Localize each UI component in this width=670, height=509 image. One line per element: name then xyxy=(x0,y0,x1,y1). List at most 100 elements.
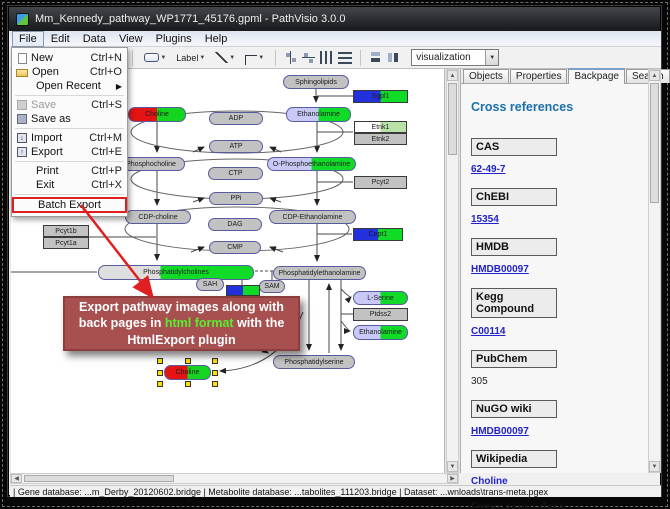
pathway-node-phosphatidylethanolamine[interactable]: Phosphatidylethanolamine xyxy=(273,266,366,280)
xref-link[interactable]: C00114 xyxy=(471,326,505,337)
pathway-node-ethanolamine[interactable]: Ethanolamine xyxy=(353,325,408,340)
menu-item-label: Save as xyxy=(31,113,122,125)
canvas-horizontal-scrollbar[interactable]: ◀ ▶ xyxy=(10,473,459,484)
selection-handle[interactable] xyxy=(212,358,218,364)
tab-backpage[interactable]: Backpage xyxy=(568,68,624,84)
selection-handle[interactable] xyxy=(157,381,163,387)
pathway-node-ptdss2[interactable]: Ptdss2 xyxy=(353,308,408,321)
pathway-node-cmp[interactable]: CMP xyxy=(209,241,261,254)
visualization-dropdown-arrow-icon[interactable]: ▼ xyxy=(485,50,498,65)
chevron-down-icon[interactable]: ▼ xyxy=(160,55,166,61)
stack-horizontal-icon[interactable] xyxy=(387,51,401,64)
chevron-down-icon[interactable]: ▼ xyxy=(258,55,264,61)
file-menu-item-exit[interactable]: ExitCtrl+X xyxy=(12,178,127,192)
file-menu-item-open-recent[interactable]: Open Recent▶ xyxy=(12,79,127,93)
pathway-node-sam[interactable]: SAM xyxy=(259,280,285,293)
node-label: Pcyt1a xyxy=(55,240,76,247)
pathway-node-pcyt1a[interactable]: Pcyt1a xyxy=(43,237,89,249)
node-label: Phosphocholine xyxy=(126,161,176,168)
node-label: Choline xyxy=(176,369,200,376)
tab-objects[interactable]: Objects xyxy=(463,69,509,83)
scroll-down-icon[interactable]: ▼ xyxy=(447,461,458,472)
save-icon xyxy=(17,100,27,110)
file-menu-item-save-as[interactable]: Save as xyxy=(12,112,127,126)
selection-handle[interactable] xyxy=(157,358,163,364)
tab-properties[interactable]: Properties xyxy=(510,69,568,83)
pathway-node-ctp[interactable]: CTP xyxy=(208,167,263,180)
pathway-node-sphingolipids[interactable]: Sphingolipids xyxy=(283,75,349,89)
pathway-node-ppi[interactable]: PPi xyxy=(209,192,263,205)
chevron-down-icon[interactable]: ▼ xyxy=(199,55,205,61)
xref-link[interactable]: HMDB00097 xyxy=(471,264,529,275)
align-center-x-icon[interactable] xyxy=(284,51,298,64)
pathway-node[interactable] xyxy=(226,285,260,296)
selection-handle[interactable] xyxy=(185,358,191,364)
pathway-node-sgpl1[interactable]: Sgpl1 xyxy=(353,90,408,103)
pathway-node-cdp-ethanolamine[interactable]: CDP-Ethanolamine xyxy=(269,210,356,224)
scroll-up-icon[interactable]: ▲ xyxy=(447,70,458,81)
selection-handle[interactable] xyxy=(185,381,191,387)
canvas-vertical-scrollbar[interactable]: ▲ ▼ xyxy=(446,69,459,473)
pathway-node-pcyt2[interactable]: Pcyt2 xyxy=(354,176,407,189)
pathway-node-atp[interactable]: ATP xyxy=(209,140,263,153)
pathway-node-sah[interactable]: SAH xyxy=(196,278,224,291)
file-menu: NewCtrl+NOpenCtrl+OOpen Recent▶ SaveCtrl+… xyxy=(11,47,128,217)
panel-vertical-scrollbar[interactable]: ▲ ▼ xyxy=(648,69,661,473)
menubar-item-file[interactable]: File xyxy=(12,31,44,47)
pathway-node-pcyt1b[interactable]: Pcyt1b xyxy=(43,225,89,237)
xref-link[interactable]: 62-49-7 xyxy=(471,164,505,175)
label-tool-button[interactable]: Label ▼ xyxy=(173,51,208,65)
file-menu-item-batch-export[interactable]: Batch Export xyxy=(12,197,127,213)
chevron-down-icon[interactable]: ▼ xyxy=(229,55,235,61)
pathway-node-o-phosphoethanolamine[interactable]: O-Phosphoethanolamine xyxy=(267,157,356,171)
title-bar[interactable]: Mm_Kennedy_pathway_WP1771_45176.gpml - P… xyxy=(9,7,660,31)
pathway-node-dag[interactable]: DAG xyxy=(208,218,262,231)
pathway-node-ethanolamine[interactable]: Ethanolamine xyxy=(286,107,351,122)
align-center-y-icon[interactable] xyxy=(302,51,316,64)
distribute-horizontal-icon[interactable] xyxy=(320,51,334,64)
scrollbar-thumb[interactable] xyxy=(448,83,457,155)
selection-handle[interactable] xyxy=(212,381,218,387)
menubar-item-view[interactable]: View xyxy=(113,32,149,46)
selection-handle[interactable] xyxy=(157,370,163,376)
pathway-node-phosphatidylserine[interactable]: Phosphatidylserine xyxy=(273,355,355,369)
scrollbar-thumb[interactable] xyxy=(24,475,174,482)
selection-handle[interactable] xyxy=(212,370,218,376)
menubar-item-data[interactable]: Data xyxy=(77,32,112,46)
scroll-right-icon[interactable]: ▶ xyxy=(447,474,458,483)
line-tool-icon xyxy=(215,52,228,63)
menubar-item-edit[interactable]: Edit xyxy=(45,32,76,46)
scroll-left-icon[interactable]: ◀ xyxy=(11,474,22,483)
menubar-item-help[interactable]: Help xyxy=(199,32,234,46)
xref-link[interactable]: HMDB00097 xyxy=(471,426,529,437)
pathway-node-adp[interactable]: ADP xyxy=(209,112,263,125)
scroll-down-icon[interactable]: ▼ xyxy=(649,461,660,472)
xref-link[interactable]: 15354 xyxy=(471,214,499,225)
pathway-node-choline[interactable]: Choline xyxy=(164,365,211,380)
pathway-node-choline[interactable]: Choline xyxy=(128,107,186,122)
distribute-vertical-icon[interactable] xyxy=(338,51,352,64)
pathway-node-etnk1[interactable]: Etnk1 xyxy=(354,121,407,133)
menubar-item-plugins[interactable]: Plugins xyxy=(150,32,198,46)
submenu-arrow-icon: ▶ xyxy=(116,82,122,91)
file-menu-item-open[interactable]: OpenCtrl+O xyxy=(12,65,127,79)
file-menu-item-save[interactable]: SaveCtrl+S xyxy=(12,98,127,112)
pathway-node-etnk2[interactable]: Etnk2 xyxy=(354,133,407,145)
file-menu-item-new[interactable]: NewCtrl+N xyxy=(12,51,127,65)
scrollbar-thumb[interactable] xyxy=(650,83,659,203)
pathway-node-cdp-choline[interactable]: CDP-choline xyxy=(125,210,191,224)
pathway-node-l-serine[interactable]: L-Serine xyxy=(353,291,408,305)
scroll-up-icon[interactable]: ▲ xyxy=(649,70,660,81)
stack-vertical-icon[interactable] xyxy=(369,51,383,64)
node-label: Sphingolipids xyxy=(295,79,337,86)
connector-tool-button[interactable]: ▼ xyxy=(242,49,267,67)
menu-item-shortcut: Ctrl+P xyxy=(91,165,122,177)
file-menu-item-import[interactable]: ↓ImportCtrl+M xyxy=(12,131,127,145)
pathway-node-cept1[interactable]: Cept1 xyxy=(353,228,403,241)
gene-tool-button[interactable]: ▼ xyxy=(141,51,169,64)
visualization-combobox[interactable]: visualization ▼ xyxy=(411,49,499,66)
line-tool-button[interactable]: ▼ xyxy=(212,50,238,65)
file-menu-item-export[interactable]: ↑ExportCtrl+E xyxy=(12,145,127,159)
pathway-node-phosphatidylcholines[interactable]: Phosphatidylcholines xyxy=(98,265,254,280)
file-menu-item-print[interactable]: PrintCtrl+P xyxy=(12,164,127,178)
